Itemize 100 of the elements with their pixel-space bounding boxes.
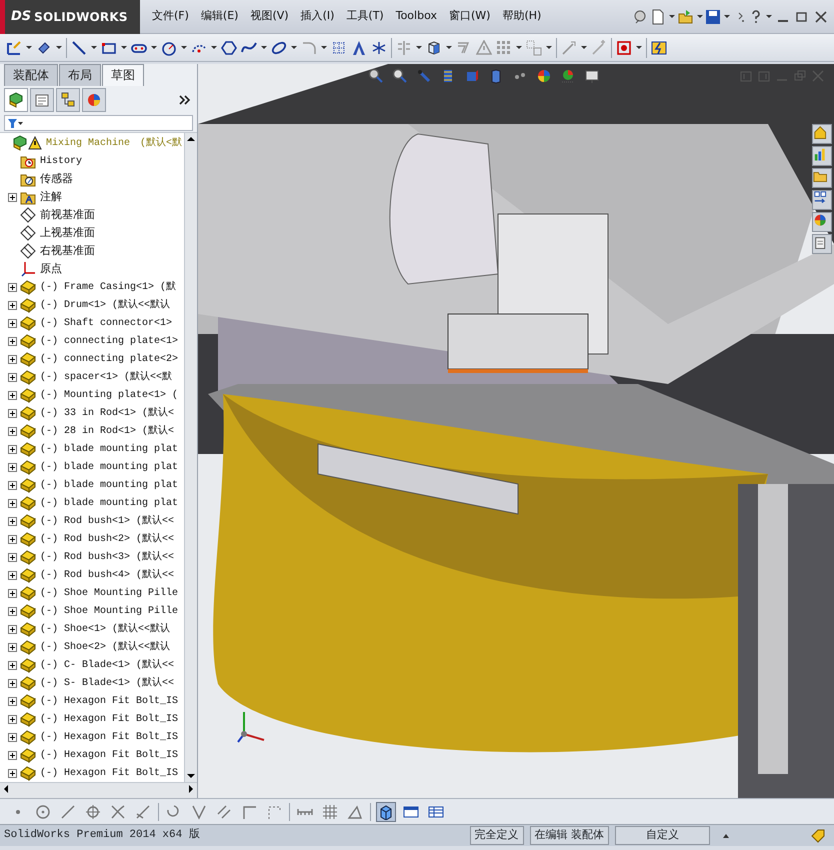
menu-item[interactable]: 窗口(W) [442, 8, 496, 25]
tree-item-label[interactable]: (-) blade mounting plat [40, 478, 178, 492]
expand-icon[interactable] [8, 408, 17, 418]
expand-icon[interactable] [8, 390, 17, 400]
expand-icon[interactable] [8, 624, 17, 634]
tree-item-label[interactable]: (-) Hexagon Fit Bolt_IS [40, 766, 178, 780]
zoom-fit-icon[interactable] [368, 68, 384, 84]
chart-icon[interactable] [812, 146, 832, 166]
circle-icon[interactable] [161, 40, 177, 56]
tree-item-label[interactable]: (-) Drum<1> (默认<<默认 [40, 298, 170, 312]
expand-icon[interactable] [8, 300, 17, 310]
appearance-icon[interactable] [536, 68, 552, 84]
expand-icon[interactable] [8, 732, 17, 742]
tree-item-label[interactable]: (-) spacer<1> (默认<<默 [40, 370, 172, 384]
point-icon[interactable] [371, 40, 387, 56]
caret-icon[interactable] [416, 45, 422, 50]
tree-item-label[interactable]: 右视基准面 [40, 242, 95, 260]
panel-tab[interactable]: 装配体 [4, 64, 58, 86]
expand-icon[interactable] [8, 318, 17, 328]
expand-icon[interactable] [8, 768, 17, 778]
expand-icon[interactable] [8, 480, 17, 490]
caret-icon[interactable] [581, 45, 587, 50]
grid-icon[interactable] [331, 40, 347, 56]
expand-icon[interactable] [8, 534, 17, 544]
expand-icon[interactable] [8, 516, 17, 526]
polygon-icon[interactable] [221, 40, 237, 56]
caret-icon[interactable] [724, 14, 730, 19]
open-folder-icon[interactable] [678, 8, 694, 24]
manager-tab[interactable] [4, 88, 28, 112]
expand-icon[interactable] [8, 444, 17, 454]
caret-icon[interactable] [261, 45, 267, 50]
view-settings-icon[interactable] [584, 68, 600, 84]
filter-field[interactable] [4, 115, 193, 131]
pin-icon[interactable] [632, 8, 648, 24]
tree-item-label[interactable]: (-) S- Blade<1> (默认<< [40, 676, 174, 690]
previous-view-icon[interactable] [416, 68, 432, 84]
tree-item-label[interactable]: 传感器 [40, 170, 73, 188]
tree-item-label[interactable]: (-) Hexagon Fit Bolt_IS [40, 712, 178, 726]
clipboard-icon[interactable] [812, 234, 832, 254]
save-icon[interactable] [705, 8, 722, 24]
caret-icon[interactable] [181, 45, 187, 50]
cube-icon[interactable] [426, 40, 442, 56]
horizontal-scrollbar[interactable] [0, 782, 197, 798]
caret-icon[interactable] [26, 45, 32, 50]
line-icon[interactable] [71, 40, 87, 56]
caret-icon[interactable] [91, 45, 97, 50]
tree-item-label[interactable]: (-) blade mounting plat [40, 442, 178, 456]
expand-icon[interactable] [8, 588, 17, 598]
tree-item-label[interactable]: (-) Shoe<1> (默认<<默认 [40, 622, 170, 636]
filter-icon[interactable] [7, 117, 23, 129]
close-icon[interactable] [812, 8, 828, 24]
tree-item-label[interactable]: (-) Rod bush<2> (默认<< [40, 532, 174, 546]
tree-item-label[interactable]: (-) Shoe Mounting Pille [40, 586, 178, 600]
expand-icon[interactable] [8, 192, 17, 202]
tree-item-label[interactable]: (-) 28 in Rod<1> (默认< [40, 424, 174, 438]
vertical-scrollbar[interactable] [184, 133, 197, 782]
expand-icon[interactable] [8, 570, 17, 580]
tree-item-label[interactable]: (-) C- Blade<1> (默认<< [40, 658, 174, 672]
home-icon[interactable] [812, 124, 832, 144]
panel-tab[interactable]: 草图 [102, 64, 144, 86]
tree-item-label[interactable]: 注解 [40, 188, 62, 206]
caret-icon[interactable] [321, 45, 327, 50]
caret-icon[interactable] [669, 14, 675, 19]
text-icon[interactable] [351, 40, 367, 56]
tree-item-label[interactable]: (-) Rod bush<3> (默认<< [40, 550, 174, 564]
tree-item-label[interactable]: 原点 [40, 260, 62, 278]
caret-icon[interactable] [211, 45, 217, 50]
caret-icon[interactable] [151, 45, 157, 50]
tag-icon[interactable] [810, 828, 826, 844]
expand-icon[interactable] [8, 372, 17, 382]
panel-tab[interactable]: 布局 [59, 64, 101, 86]
expand-icon[interactable] [8, 426, 17, 436]
caret-icon[interactable] [121, 45, 127, 50]
caret-icon[interactable] [696, 14, 702, 19]
tree-item-label[interactable]: (-) Rod bush<4> (默认<< [40, 568, 174, 582]
tree-item-label[interactable]: (-) Hexagon Fit Bolt_IS [40, 748, 178, 762]
tree-item-label[interactable]: (-) connecting plate<1> [40, 334, 178, 348]
tree-item-label[interactable]: 前视基准面 [40, 206, 95, 224]
expand-icon[interactable] [8, 354, 17, 364]
expand-icon[interactable] [8, 678, 17, 688]
ellipse-icon[interactable] [271, 40, 287, 56]
caret-icon[interactable] [446, 45, 452, 50]
caret-icon[interactable] [291, 45, 297, 50]
tree-item-label[interactable]: History [40, 154, 82, 168]
tree-item-label[interactable]: (-) Shoe Mounting Pille [40, 604, 178, 618]
expand-icon[interactable] [8, 606, 17, 616]
file-explorer-icon[interactable] [812, 190, 832, 210]
sketch-icon[interactable] [6, 40, 22, 56]
units-selector[interactable]: 自定义 [615, 826, 710, 845]
tree-item-label[interactable]: (-) blade mounting plat [40, 460, 178, 474]
new-document-icon[interactable] [650, 8, 666, 24]
tree-item-label[interactable]: Mixing Machine [46, 136, 130, 150]
expand-icon[interactable] [8, 660, 17, 670]
tree-item-label[interactable]: 上视基准面 [40, 224, 95, 242]
manager-tab[interactable] [82, 88, 106, 112]
tree-item-label[interactable]: (-) Hexagon Fit Bolt_IS [40, 694, 178, 708]
tree-item-label[interactable]: (-) connecting plate<2> [40, 352, 178, 366]
manager-tab[interactable] [56, 88, 80, 112]
zoom-area-icon[interactable] [392, 68, 408, 84]
tree-item-label[interactable]: (-) 33 in Rod<1> (默认< [40, 406, 174, 420]
